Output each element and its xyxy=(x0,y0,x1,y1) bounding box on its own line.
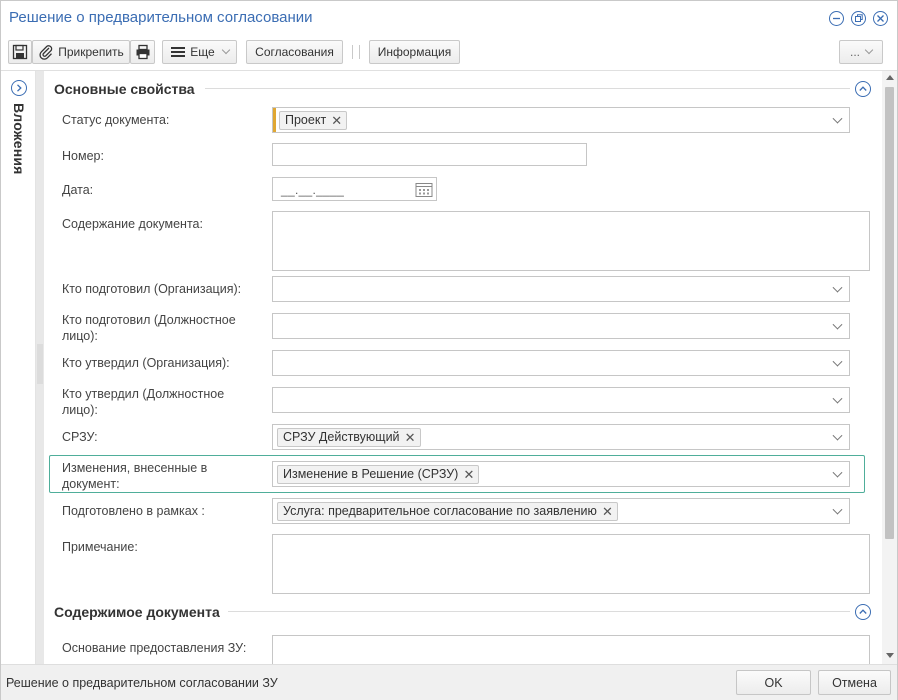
number-label: Номер: xyxy=(62,149,104,163)
date-input[interactable]: __.__.____ xyxy=(272,177,437,201)
collapse-section-icon[interactable] xyxy=(855,81,871,97)
more-menu-button[interactable]: Еще xyxy=(162,40,237,64)
number-input[interactable] xyxy=(272,143,587,166)
hamburger-icon xyxy=(171,47,186,57)
scroll-down-icon[interactable] xyxy=(886,653,894,658)
attachments-label[interactable]: Вложения xyxy=(11,103,27,175)
splitter-handle[interactable] xyxy=(37,344,43,384)
chevron-down-icon xyxy=(864,45,874,55)
section-divider xyxy=(205,88,850,89)
info-button[interactable]: Информация xyxy=(369,40,460,64)
ok-button[interactable]: OK xyxy=(736,670,811,695)
extra-label: ... xyxy=(849,45,860,59)
toolbar-divider xyxy=(352,45,353,59)
prepared-person-select[interactable] xyxy=(272,313,850,339)
window-title: Решение о предварительном согласовании xyxy=(9,9,313,26)
printer-icon xyxy=(136,44,149,60)
remove-tag-icon[interactable]: ✕ xyxy=(463,466,474,483)
srzu-tag-text: СРЗУ Действующий xyxy=(283,430,400,444)
scroll-up-icon[interactable] xyxy=(886,75,894,80)
basis-textarea[interactable] xyxy=(272,635,870,664)
ok-label: OK xyxy=(764,675,783,690)
status-label: Статус документа: xyxy=(62,113,170,127)
status-tag: Проект ✕ xyxy=(279,111,348,130)
attach-label: Прикрепить xyxy=(58,45,124,59)
section-divider xyxy=(225,611,850,612)
extra-menu-button[interactable]: ... xyxy=(839,40,883,64)
chevron-down-icon[interactable] xyxy=(832,319,843,330)
collapse-section-icon[interactable] xyxy=(855,604,871,620)
status-select[interactable]: Проект ✕ xyxy=(272,107,850,133)
print-button[interactable] xyxy=(130,40,155,64)
attach-button[interactable]: Прикрепить xyxy=(32,40,130,64)
footer-status-text: Решение о предварительном согласовании З… xyxy=(6,676,278,690)
more-label: Еще xyxy=(190,45,215,59)
vertical-scrollbar[interactable] xyxy=(882,71,897,664)
required-marker xyxy=(273,108,276,132)
prepared-within-label: Подготовлено в рамках : xyxy=(62,504,205,518)
remove-tag-icon[interactable]: ✕ xyxy=(602,503,613,520)
changes-select[interactable]: Изменение в Решение (СРЗУ) ✕ xyxy=(272,461,850,487)
srzu-label: СРЗУ: xyxy=(62,430,98,444)
prepared-person-label: Кто подготовил (Должностное лицо): xyxy=(62,313,236,343)
info-label: Информация xyxy=(377,45,452,59)
date-label: Дата: xyxy=(62,183,94,197)
title-bar: Решение о предварительном согласовании xyxy=(1,1,897,35)
approvals-label: Согласования xyxy=(255,45,334,59)
remove-tag-icon[interactable]: ✕ xyxy=(405,429,416,446)
approved-person-label: Кто утвердил (Должностное лицо): xyxy=(62,387,225,417)
doc-content-label: Содержание документа: xyxy=(62,217,203,231)
prepared-org-select[interactable] xyxy=(272,276,850,302)
scrollbar-thumb[interactable] xyxy=(885,87,894,539)
note-textarea[interactable] xyxy=(272,534,870,594)
approved-person-select[interactable] xyxy=(272,387,850,413)
toolbar-divider xyxy=(359,45,360,59)
chevron-down-icon[interactable] xyxy=(832,504,843,515)
dialog-window: Решение о предварительном согласовании П… xyxy=(0,0,898,700)
approved-org-select[interactable] xyxy=(272,350,850,376)
changes-label: Изменения, внесенные в документ: xyxy=(62,461,208,491)
prepared-org-label: Кто подготовил (Организация): xyxy=(62,282,242,296)
cancel-label: Отмена xyxy=(832,675,877,690)
cancel-button[interactable]: Отмена xyxy=(818,670,891,695)
chevron-down-icon[interactable] xyxy=(832,430,843,441)
chevron-down-icon[interactable] xyxy=(832,113,843,124)
attachments-panel: Вложения xyxy=(2,71,36,664)
save-button[interactable] xyxy=(8,40,32,64)
doc-content-textarea[interactable] xyxy=(272,211,870,271)
save-icon xyxy=(12,44,28,60)
chevron-down-icon[interactable] xyxy=(832,393,843,404)
expand-panel-icon[interactable] xyxy=(11,80,27,96)
chevron-down-icon[interactable] xyxy=(832,282,843,293)
prepared-within-tag: Услуга: предварительное согласование по … xyxy=(277,502,618,521)
note-label: Примечание: xyxy=(62,540,138,554)
calendar-icon[interactable] xyxy=(415,181,433,198)
status-tag-text: Проект xyxy=(285,113,327,127)
chevron-down-icon[interactable] xyxy=(832,467,843,478)
chevron-down-icon xyxy=(221,45,230,55)
minimize-icon[interactable] xyxy=(829,11,844,26)
chevron-down-icon[interactable] xyxy=(832,356,843,367)
srzu-select[interactable]: СРЗУ Действующий ✕ xyxy=(272,424,850,450)
close-icon[interactable] xyxy=(873,11,888,26)
prepared-within-tag-text: Услуга: предварительное согласование по … xyxy=(283,504,597,518)
restore-icon[interactable] xyxy=(851,11,866,26)
changes-tag-text: Изменение в Решение (СРЗУ) xyxy=(283,467,459,481)
approvals-button[interactable]: Согласования xyxy=(246,40,343,64)
srzu-tag: СРЗУ Действующий ✕ xyxy=(277,428,421,447)
changes-tag: Изменение в Решение (СРЗУ) ✕ xyxy=(277,465,480,484)
basis-label: Основание предоставления ЗУ: xyxy=(62,641,247,655)
section-title-main: Основные свойства xyxy=(54,81,203,97)
toolbar: Прикрепить Еще Согласования Информация .… xyxy=(1,37,897,67)
prepared-within-select[interactable]: Услуга: предварительное согласование по … xyxy=(272,498,850,524)
paperclip-icon xyxy=(39,45,53,60)
section-title-content: Содержимое документа xyxy=(54,604,228,620)
date-placeholder: __.__.____ xyxy=(281,183,345,197)
remove-tag-icon[interactable]: ✕ xyxy=(331,112,342,129)
approved-org-label: Кто утвердил (Организация): xyxy=(62,356,230,370)
form-content: Основные свойства Статус документа: Прое… xyxy=(45,71,881,664)
footer-bar: Решение о предварительном согласовании З… xyxy=(1,664,897,700)
